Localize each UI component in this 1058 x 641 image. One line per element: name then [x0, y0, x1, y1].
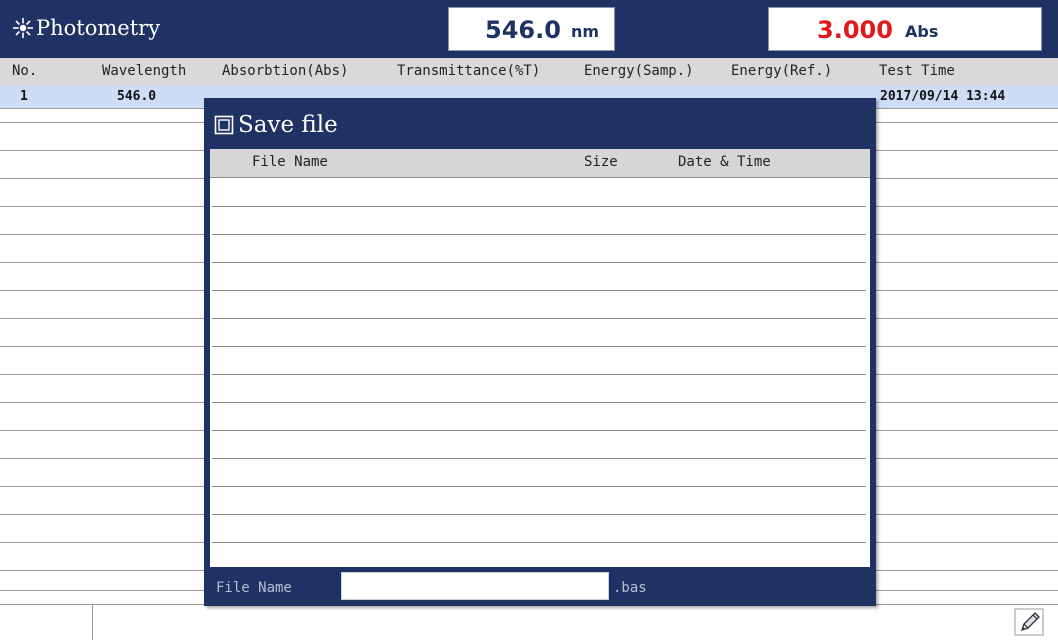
col-energy-ref: Energy(Ref.)	[731, 63, 833, 79]
row-no: 1	[20, 89, 28, 104]
absorbance-unit: Abs	[905, 22, 939, 41]
col-absorbtion: Absorbtion(Abs)	[222, 63, 349, 79]
col-transmittance: Transmittance(%T)	[397, 63, 541, 79]
app-title: Photometry	[12, 16, 160, 40]
file-extension: .bas	[613, 580, 647, 596]
top-header: Photometry 546.0 nm 3.000 Abs	[0, 0, 1058, 58]
row-wavelength: 546.0	[117, 89, 157, 104]
col-file-name: File Name	[252, 154, 328, 170]
col-test-time: Test Time	[879, 63, 955, 79]
file-list-header: File Name Size Date & Time	[210, 149, 870, 178]
filename-row: File Name .bas	[204, 570, 876, 606]
col-wavelength: Wavelength	[102, 63, 187, 79]
col-date-time: Date & Time	[678, 154, 771, 170]
dialog-title-text: Save file	[238, 112, 338, 138]
save-file-dialog: Save file File Name Size Date & Time Fil…	[204, 98, 876, 606]
col-energy-samp: Energy(Samp.)	[584, 63, 694, 79]
status-divider	[92, 604, 93, 640]
wavelength-value: 546.0	[485, 16, 561, 44]
status-bar	[0, 604, 1058, 641]
filename-label: File Name	[216, 580, 292, 596]
sun-icon	[13, 18, 33, 38]
row-test-time: 2017/09/14 13:44	[880, 89, 1006, 104]
absorbance-display: 3.000 Abs	[768, 7, 1042, 51]
chip-icon	[214, 115, 234, 135]
wavelength-unit: nm	[571, 22, 600, 41]
pencil-icon[interactable]	[1014, 608, 1044, 636]
app-title-text: Photometry	[36, 16, 161, 40]
col-size: Size	[584, 154, 618, 170]
table-header: No. Wavelength Absorbtion(Abs) Transmitt…	[0, 58, 1058, 87]
absorbance-value: 3.000	[817, 16, 893, 44]
dialog-title: Save file	[214, 112, 338, 138]
filename-input[interactable]	[341, 572, 609, 600]
col-no: No.	[12, 63, 38, 79]
file-list[interactable]: File Name Size Date & Time	[210, 149, 870, 567]
wavelength-display[interactable]: 546.0 nm	[448, 7, 615, 51]
